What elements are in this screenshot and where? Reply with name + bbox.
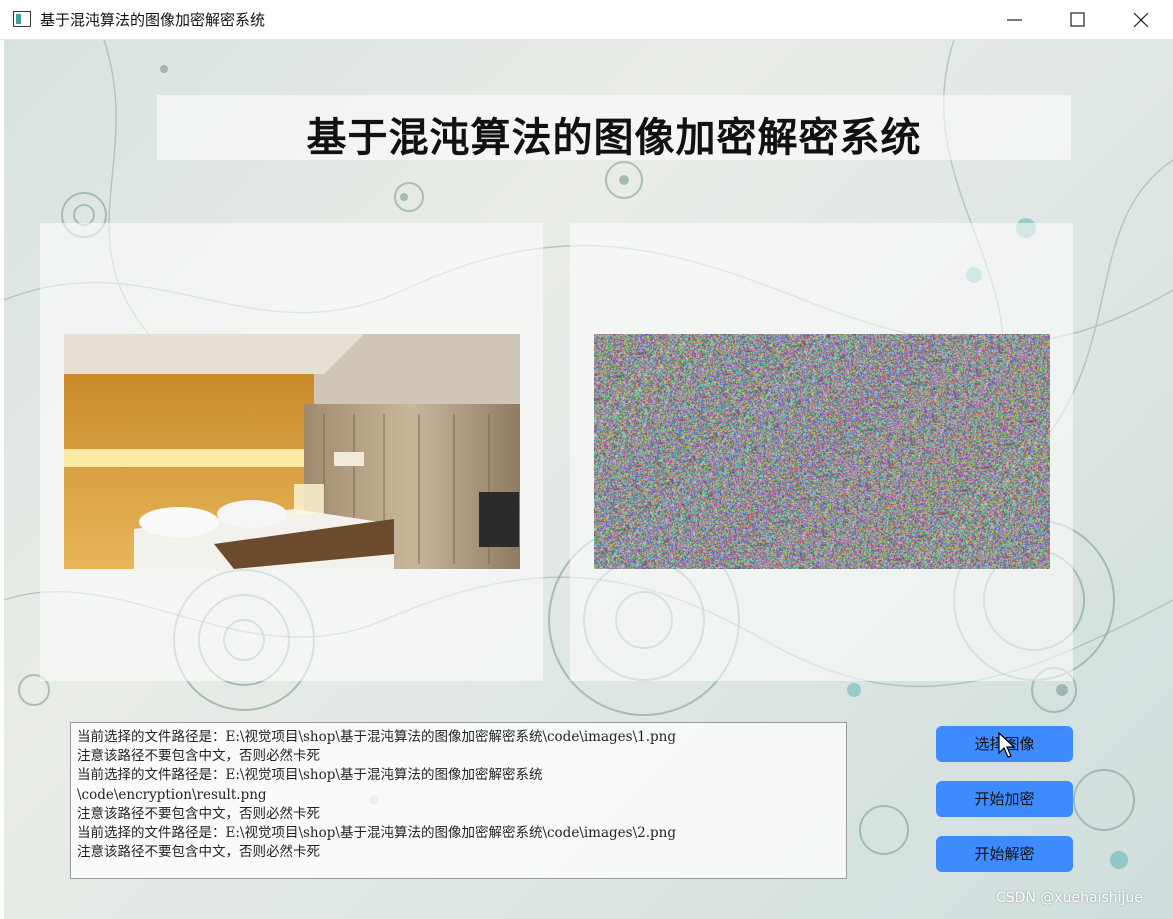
main-canvas: 基于混沌算法的图像加密解密系统 当前选择的文件路径是：E:\视觉项目\shop\…: [4, 40, 1173, 919]
encrypted-noise: [594, 334, 1050, 569]
log-line: 注意该路径不要包含中文，否则必然卡死: [77, 748, 320, 765]
window-title: 基于混沌算法的图像加密解密系统: [40, 11, 266, 29]
close-icon: [1133, 12, 1149, 28]
maximize-button[interactable]: [1048, 0, 1108, 40]
start-encrypt-button[interactable]: 开始加密: [936, 781, 1073, 817]
original-image: [64, 334, 520, 569]
close-button[interactable]: [1111, 0, 1171, 40]
minimize-button[interactable]: [985, 0, 1045, 40]
encrypted-image: [594, 334, 1050, 569]
minimize-icon: [1007, 19, 1022, 21]
log-line: 注意该路径不要包含中文，否则必然卡死: [77, 805, 320, 822]
page-title: 基于混沌算法的图像加密解密系统: [306, 115, 922, 161]
heading-panel: 基于混沌算法的图像加密解密系统: [157, 95, 1071, 161]
log-line: 当前选择的文件路径是：E:\视觉项目\shop\基于混沌算法的图像加密解密系统\…: [77, 825, 676, 842]
watermark: CSDN @xuehaishijue: [996, 890, 1143, 906]
log-line: 当前选择的文件路径是：E:\视觉项目\shop\基于混沌算法的图像加密解密系统: [77, 767, 543, 784]
log-line: 当前选择的文件路径是：E:\视觉项目\shop\基于混沌算法的图像加密解密系统\…: [77, 729, 676, 745]
log-line: \code\encryption\result.png: [77, 786, 267, 803]
maximize-icon: [1070, 12, 1085, 27]
bedroom-photo: [64, 334, 520, 569]
start-decrypt-button[interactable]: 开始解密: [936, 836, 1073, 872]
title-bar: 基于混沌算法的图像加密解密系统: [0, 0, 1173, 40]
mouse-cursor-icon: [998, 732, 1016, 758]
log-line: 注意该路径不要包含中文，否则必然卡死: [77, 844, 320, 861]
app-icon: [13, 11, 31, 27]
log-output[interactable]: 当前选择的文件路径是：E:\视觉项目\shop\基于混沌算法的图像加密解密系统 \…: [70, 722, 847, 879]
